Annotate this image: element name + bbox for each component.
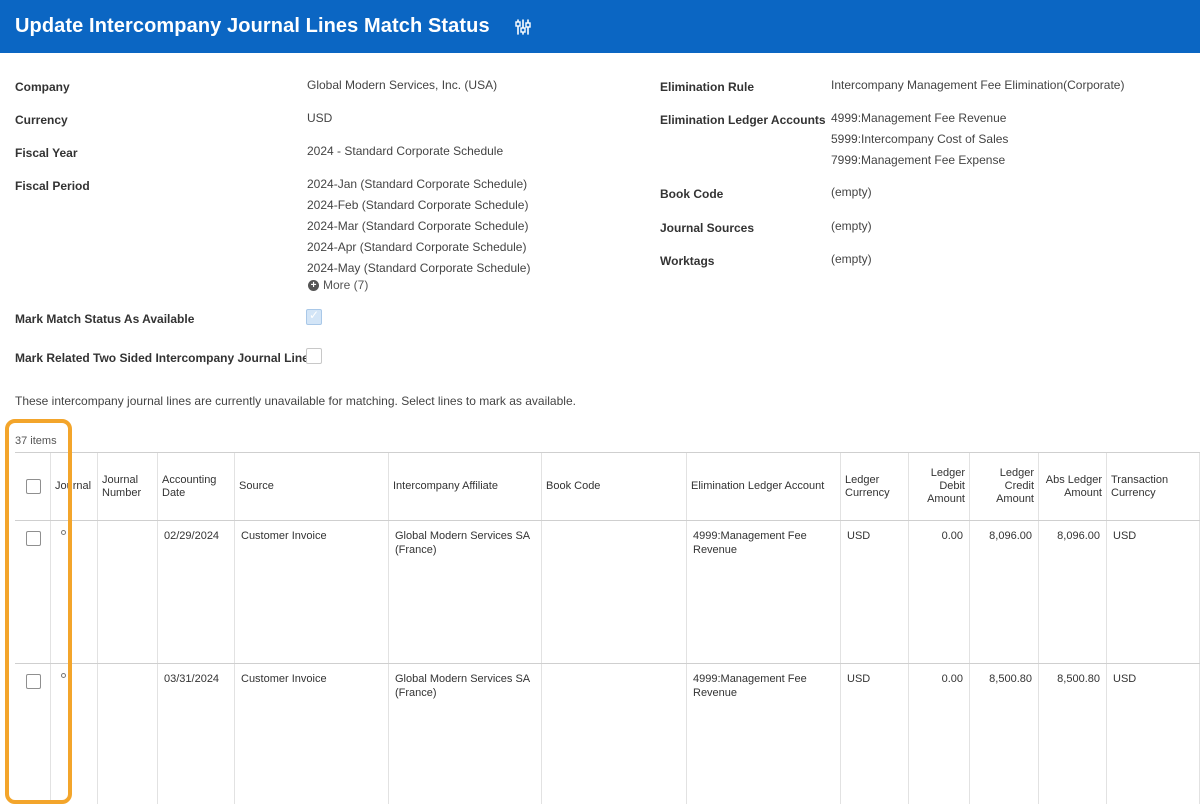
book-code-cell [542, 521, 687, 663]
accounting-date-cell: 03/31/2024 [158, 664, 235, 804]
fiscal-year-value[interactable]: 2024 - Standard Corporate Schedule [307, 141, 503, 162]
company-value[interactable]: Global Modern Services, Inc. (USA) [307, 75, 497, 96]
mark-related-label: Mark Related Two Sided Intercompany Jour… [15, 351, 309, 365]
table-header-row: Journal Journal Number Accounting Date S… [15, 453, 1200, 521]
row-checkbox[interactable] [26, 531, 41, 546]
company-label: Company [15, 80, 70, 94]
abs-amount-cell: 8,500.80 [1039, 664, 1107, 804]
source-cell[interactable]: Customer Invoice [235, 521, 389, 663]
transaction-currency-cell: USD [1107, 521, 1200, 663]
elimination-ledger-account-value[interactable]: 5999:Intercompany Cost of Sales [831, 129, 1008, 150]
elimination-account-cell[interactable]: 4999:Management Fee Revenue [687, 521, 841, 663]
page-title: Update Intercompany Journal Lines Match … [15, 15, 490, 37]
journal-sources-value: (empty) [831, 219, 872, 233]
more-fiscal-periods-link[interactable]: + More (7) [308, 278, 368, 292]
mark-related-checkbox[interactable] [306, 348, 322, 364]
journal-number-cell [98, 664, 158, 804]
currency-value[interactable]: USD [307, 108, 332, 129]
ledger-currency-cell: USD [841, 664, 909, 804]
mark-available-label: Mark Match Status As Available [15, 312, 195, 326]
more-label: More (7) [323, 278, 369, 292]
col-elimination-ledger-account[interactable]: Elimination Ledger Account [687, 453, 841, 520]
select-all-cell [15, 453, 51, 520]
table-row: 02/29/2024 Customer Invoice Global Moder… [15, 521, 1200, 664]
debit-cell: 0.00 [909, 664, 970, 804]
fiscal-period-values: 2024-Jan (Standard Corporate Schedule) 2… [307, 174, 530, 279]
elimination-rule-label: Elimination Rule [660, 80, 755, 94]
col-ledger-credit-amount[interactable]: Ledger Credit Amount [970, 453, 1039, 520]
row-select-cell [15, 664, 51, 804]
ledger-currency-cell: USD [841, 521, 909, 663]
mark-available-checkbox[interactable]: ✓ [306, 308, 322, 325]
select-all-checkbox[interactable] [26, 479, 41, 494]
journal-lines-table: Journal Journal Number Accounting Date S… [15, 452, 1200, 804]
fiscal-period-value[interactable]: 2024-Jan (Standard Corporate Schedule) [307, 174, 530, 195]
fiscal-period-value[interactable]: 2024-Mar (Standard Corporate Schedule) [307, 216, 530, 237]
col-journal-number[interactable]: Journal Number [98, 453, 158, 520]
journal-number-cell [98, 521, 158, 663]
plus-circle-icon: + [308, 279, 319, 291]
credit-cell: 8,500.80 [970, 664, 1039, 804]
elimination-ledger-account-value[interactable]: 7999:Management Fee Expense [831, 150, 1008, 171]
journal-link-icon[interactable] [61, 673, 66, 678]
affiliate-cell[interactable]: Global Modern Services SA (France) [389, 521, 542, 663]
col-source[interactable]: Source [235, 453, 389, 520]
debit-cell: 0.00 [909, 521, 970, 663]
col-intercompany-affiliate[interactable]: Intercompany Affiliate [389, 453, 542, 520]
fiscal-year-label: Fiscal Year [15, 146, 78, 160]
worktags-value: (empty) [831, 252, 872, 266]
fiscal-period-label: Fiscal Period [15, 179, 90, 193]
journal-sources-label: Journal Sources [660, 221, 755, 235]
affiliate-cell[interactable]: Global Modern Services SA (France) [389, 664, 542, 804]
table-row: 03/31/2024 Customer Invoice Global Moder… [15, 664, 1200, 804]
elimination-rule-value[interactable]: Intercompany Management Fee Elimination(… [831, 75, 1124, 96]
book-code-label: Book Code [660, 187, 724, 201]
instructions-text: These intercompany journal lines are cur… [15, 394, 576, 408]
col-transaction-currency[interactable]: Transaction Currency [1107, 453, 1200, 520]
col-ledger-debit-amount[interactable]: Ledger Debit Amount [909, 453, 970, 520]
check-icon: ✓ [309, 308, 320, 322]
elimination-ledger-account-value[interactable]: 4999:Management Fee Revenue [831, 108, 1008, 129]
fiscal-period-value[interactable]: 2024-Feb (Standard Corporate Schedule) [307, 195, 530, 216]
fiscal-period-value[interactable]: 2024-May (Standard Corporate Schedule) [307, 258, 530, 279]
currency-label: Currency [15, 113, 68, 127]
col-abs-ledger-amount[interactable]: Abs Ledger Amount [1039, 453, 1107, 520]
accounting-date-cell: 02/29/2024 [158, 521, 235, 663]
transaction-currency-cell: USD [1107, 664, 1200, 804]
book-code-cell [542, 664, 687, 804]
fiscal-period-value[interactable]: 2024-Apr (Standard Corporate Schedule) [307, 237, 530, 258]
journal-cell[interactable] [51, 521, 98, 663]
col-journal[interactable]: Journal [51, 453, 98, 520]
page-header: Update Intercompany Journal Lines Match … [0, 0, 1200, 53]
related-actions-icon[interactable] [512, 16, 534, 38]
row-select-cell [15, 521, 51, 663]
elimination-ledger-accounts-values: 4999:Management Fee Revenue 5999:Interco… [831, 108, 1008, 171]
journal-link-icon[interactable] [61, 530, 66, 535]
item-count: 37 items [15, 435, 57, 447]
elimination-account-cell[interactable]: 4999:Management Fee Revenue [687, 664, 841, 804]
col-accounting-date[interactable]: Accounting Date [158, 453, 235, 520]
worktags-label: Worktags [660, 254, 715, 268]
row-checkbox[interactable] [26, 674, 41, 689]
source-cell[interactable]: Customer Invoice [235, 664, 389, 804]
abs-amount-cell: 8,096.00 [1039, 521, 1107, 663]
journal-cell[interactable] [51, 664, 98, 804]
col-book-code[interactable]: Book Code [542, 453, 687, 520]
elimination-ledger-accounts-label: Elimination Ledger Accounts [660, 113, 826, 127]
col-ledger-currency[interactable]: Ledger Currency [841, 453, 909, 520]
book-code-value: (empty) [831, 185, 872, 199]
credit-cell: 8,096.00 [970, 521, 1039, 663]
